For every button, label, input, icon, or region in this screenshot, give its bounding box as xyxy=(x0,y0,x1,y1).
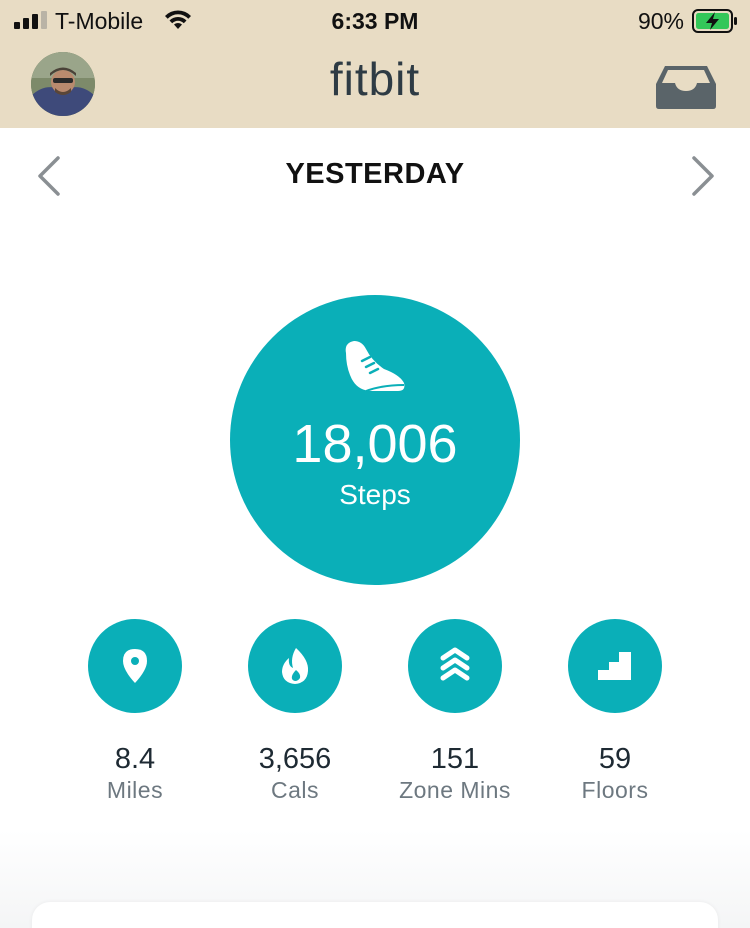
location-pin-icon xyxy=(123,649,147,683)
stat-value: 3,656 xyxy=(258,743,332,775)
stat-zone-minutes[interactable]: 151 Zone Mins xyxy=(375,619,535,805)
inbox-icon[interactable] xyxy=(655,64,717,110)
steps-circle[interactable]: 18,006 Steps xyxy=(230,295,520,585)
stat-value: 151 xyxy=(430,743,480,775)
stat-circle-floors xyxy=(568,619,662,713)
battery-percent: 90% xyxy=(637,8,684,34)
stat-label: Miles xyxy=(106,777,164,803)
stat-label: Floors xyxy=(581,777,649,803)
stat-miles[interactable]: 8.4 Miles xyxy=(55,619,215,805)
stat-label: Cals xyxy=(270,777,319,803)
date-title: YESTERDAY xyxy=(285,158,465,190)
next-day-chevron-icon[interactable] xyxy=(688,154,718,198)
status-bar: T-Mobile 6:33 PM 90% xyxy=(0,0,750,42)
battery-charging-icon xyxy=(692,9,737,33)
stairs-icon xyxy=(598,652,631,680)
app-logo: fitbit xyxy=(329,53,421,105)
stat-floors[interactable]: 59 Floors xyxy=(535,619,695,805)
stat-circle-zone-minutes xyxy=(408,619,502,713)
stat-circle-calories xyxy=(248,619,342,713)
stat-value: 8.4 xyxy=(114,743,156,775)
stat-calories[interactable]: 3,656 Cals xyxy=(215,619,375,805)
fitbit-today-screen: T-Mobile 6:33 PM 90% fitbit YESTERDAY 18… xyxy=(0,0,750,928)
stat-label: Zone Mins xyxy=(399,777,511,803)
stat-circle-miles xyxy=(88,619,182,713)
stat-value: 59 xyxy=(598,743,632,775)
chevrons-up-icon xyxy=(440,647,470,681)
dashboard-card[interactable] xyxy=(32,902,718,928)
flame-icon xyxy=(282,648,309,684)
steps-count: 18,006 xyxy=(292,414,458,474)
shoe-icon xyxy=(345,341,405,392)
steps-label: Steps xyxy=(339,479,411,510)
